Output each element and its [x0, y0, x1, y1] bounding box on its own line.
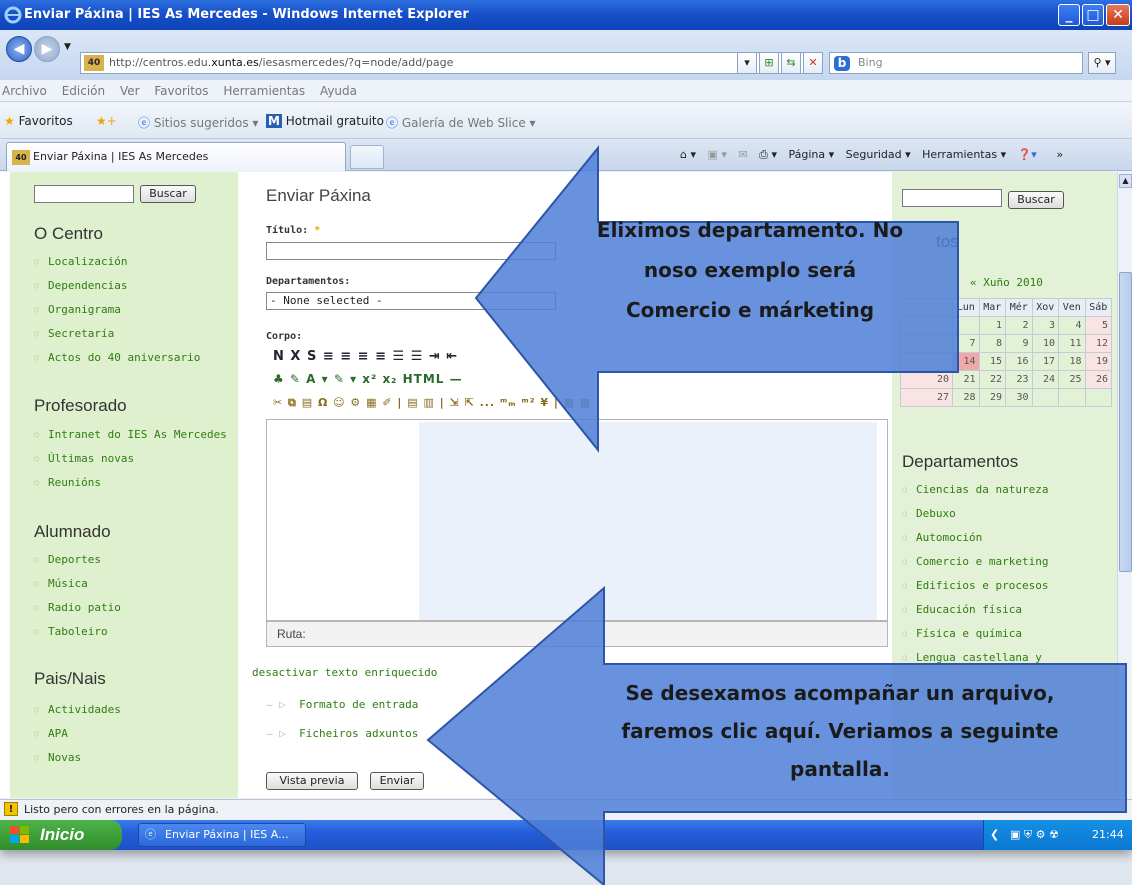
stop-icon[interactable]: ✕ [803, 52, 823, 74]
callout-arrows [426, 145, 1127, 885]
callout-arrow-top [474, 145, 959, 453]
callout-arrow-bottom [426, 585, 1127, 885]
